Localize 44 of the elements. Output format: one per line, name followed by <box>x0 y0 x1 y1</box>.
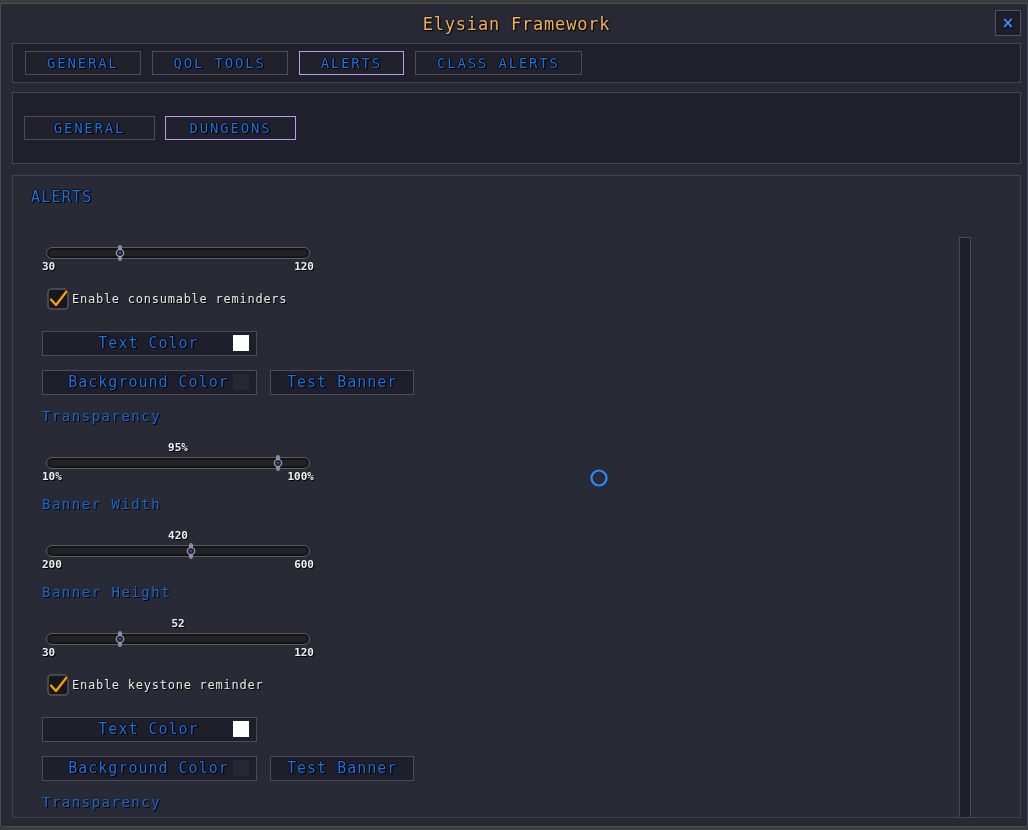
action-button[interactable]: Test Banner <box>270 756 415 781</box>
slider-track[interactable] <box>46 245 310 261</box>
slider-track[interactable] <box>46 543 310 559</box>
slider-thumb[interactable] <box>186 543 197 559</box>
slider-min-label: 30 <box>42 261 56 273</box>
slider-thumb[interactable] <box>273 455 284 471</box>
checkbox-label: Enable keystone reminder <box>72 677 264 693</box>
slider-max-label: 100% <box>287 471 314 483</box>
checkbox-label: Enable consumable reminders <box>72 291 288 307</box>
color-button[interactable]: Background Color <box>42 370 257 395</box>
tab[interactable]: QOL TOOLS <box>151 51 288 75</box>
color-button[interactable]: Text Color <box>42 717 257 742</box>
slider-min-label: 10% <box>42 471 62 483</box>
close-button[interactable]: × <box>995 10 1021 36</box>
tab[interactable]: DUNGEONS <box>165 116 296 140</box>
slider-min-label: 30 <box>42 647 56 659</box>
tab[interactable]: ALERTS <box>298 51 405 75</box>
slider-value: 52 <box>171 617 185 630</box>
setting-label: Transparency <box>42 795 162 810</box>
tab[interactable]: CLASS ALERTS <box>415 51 582 75</box>
setting-label: Banner Width <box>42 497 162 512</box>
slider-max-label: 120 <box>294 261 314 273</box>
color-button[interactable]: Background Color <box>42 756 257 781</box>
slider-value: 420 <box>168 529 188 542</box>
tab[interactable]: GENERAL <box>24 116 155 140</box>
setting-label: Transparency <box>42 409 162 424</box>
slider-thumb[interactable] <box>114 245 125 261</box>
slider-track[interactable] <box>46 455 310 471</box>
window-title: Elysian Framework <box>422 13 611 34</box>
ring-icon <box>590 469 608 487</box>
checkbox[interactable] <box>47 674 69 696</box>
setting-label: Banner Height <box>42 585 172 600</box>
slider-max-label: 120 <box>294 647 314 659</box>
slider-min-label: 200 <box>42 559 62 571</box>
slider-track[interactable] <box>46 631 310 647</box>
scrollbar-track[interactable] <box>959 237 971 817</box>
checkbox[interactable] <box>47 288 69 310</box>
slider-value: 95% <box>168 441 188 454</box>
slider-max-label: 600 <box>294 559 314 571</box>
section-title: ALERTS <box>31 188 93 206</box>
tab[interactable]: GENERAL <box>25 51 141 75</box>
color-button[interactable]: Text Color <box>42 331 257 356</box>
slider-thumb[interactable] <box>114 631 125 647</box>
action-button[interactable]: Test Banner <box>270 370 415 395</box>
